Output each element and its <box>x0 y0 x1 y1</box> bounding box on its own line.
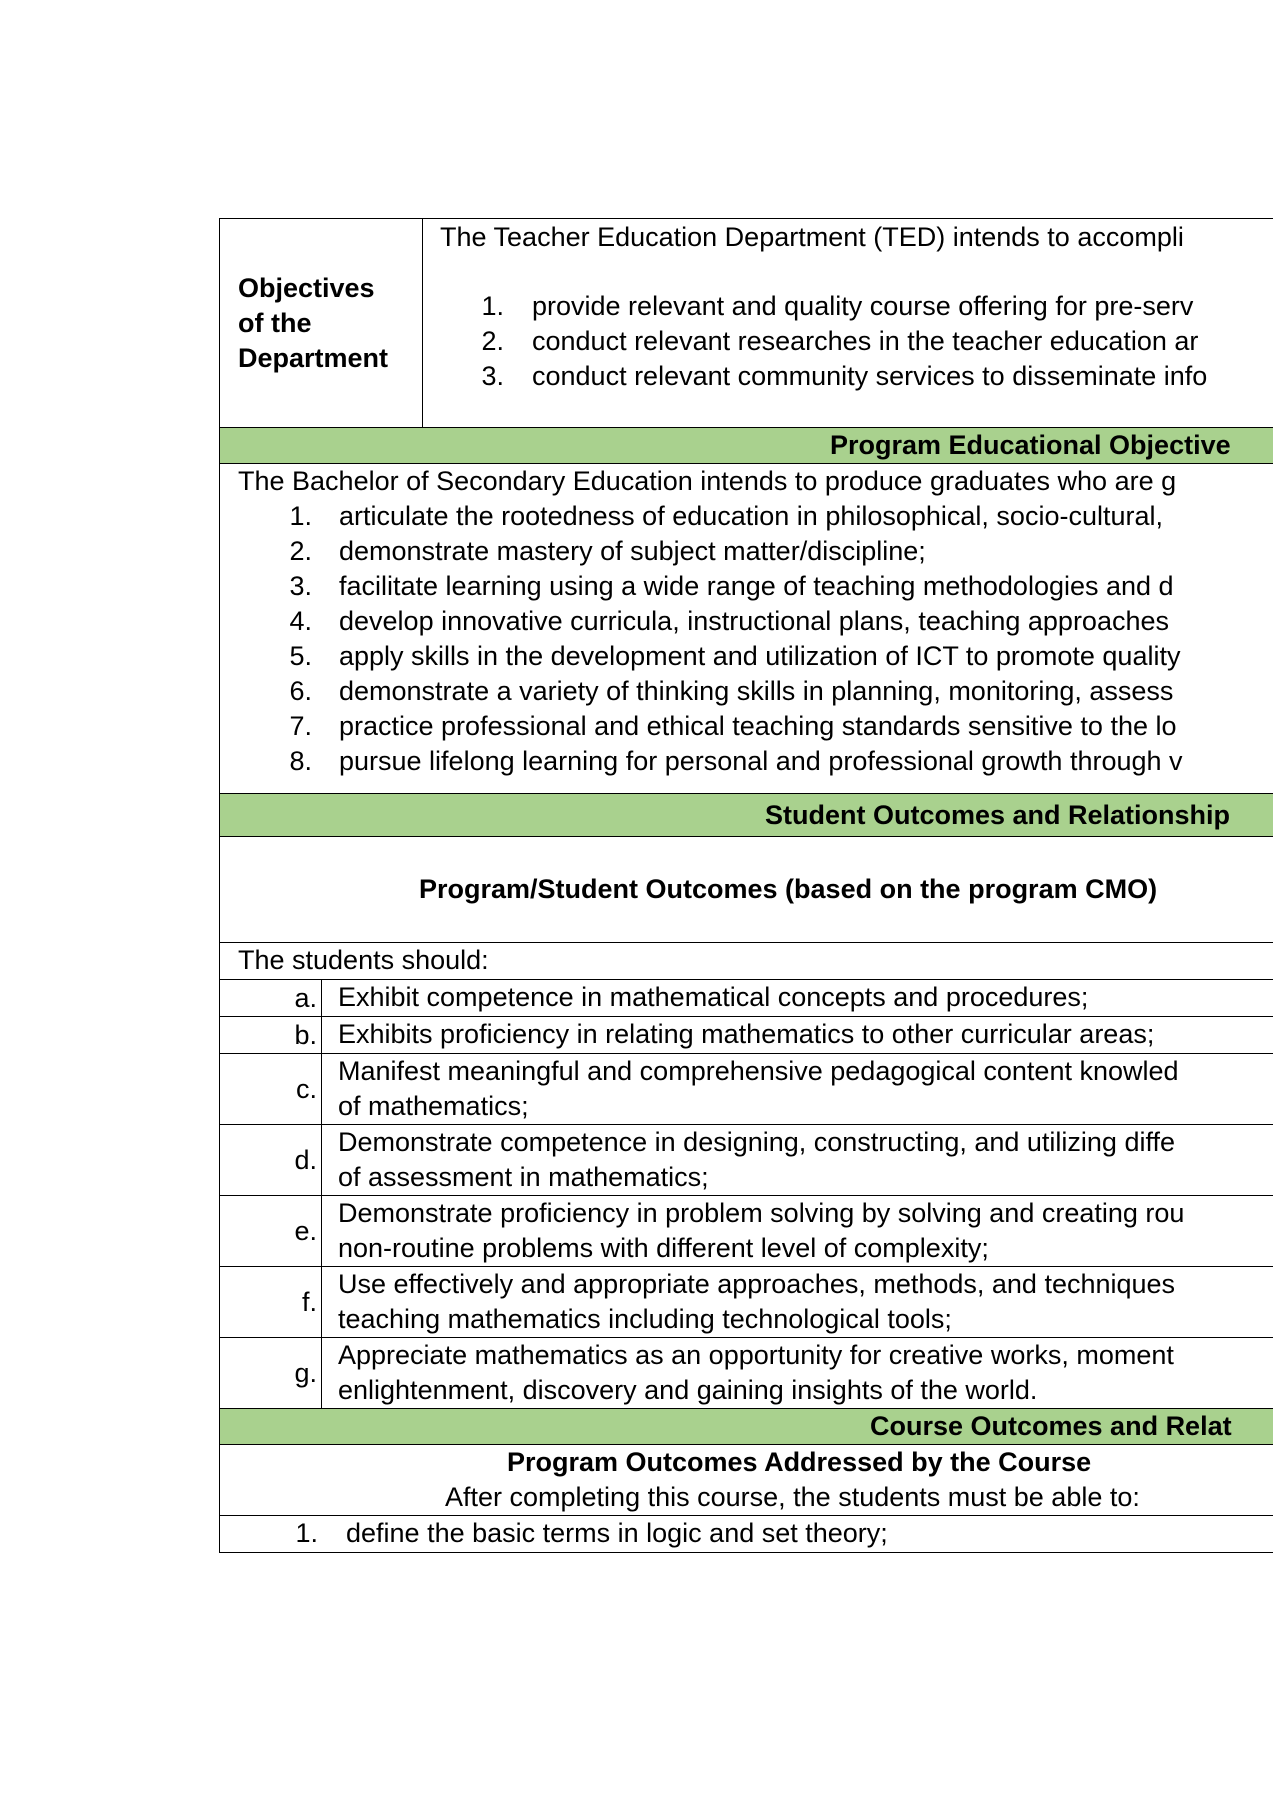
table-row: c. Manifest meaningful and comprehensive… <box>219 1053 1273 1125</box>
outcome-text: Use effectively and appropriate approach… <box>321 1266 1273 1338</box>
list-item: 8. pursue lifelong learning for personal … <box>289 746 1183 776</box>
co-subtext: After completing this course, the studen… <box>445 1482 1140 1512</box>
peo-heading-row: Program Educational Objective <box>219 427 1273 464</box>
peo-heading: Program Educational Objective <box>219 427 1273 464</box>
objectives-label-line: of the <box>238 307 312 338</box>
outcome-letter: g. <box>219 1337 322 1409</box>
objectives-label-line: Department <box>238 342 389 373</box>
list-item: 3. facilitate learning using a wide range… <box>289 571 1174 601</box>
so-subheading-row: Program/Student Outcomes (based on the p… <box>219 836 1273 943</box>
objectives-intro: The Teacher Education Department (TED) i… <box>440 222 1184 252</box>
peo-content: The Bachelor of Secondary Education inte… <box>219 463 1273 794</box>
list-item: 2. conduct relevant researches in the tea… <box>481 326 1199 356</box>
outcome-letter: b. <box>219 1016 322 1054</box>
outcome-text: Appreciate mathematics as an opportunity… <box>321 1337 1273 1409</box>
co-heading-row: Course Outcomes and Relat <box>219 1408 1273 1445</box>
list-item: 4. develop innovative curricula, instruct… <box>289 606 1169 636</box>
outcome-letter: d. <box>219 1124 322 1196</box>
document-page: Objectives of the Department The Teacher… <box>219 218 1273 1563</box>
list-item: 1. provide relevant and quality course of… <box>481 291 1194 321</box>
list-item: 6. demonstrate a variety of thinking skil… <box>289 676 1174 706</box>
peo-list: 1. articulate the rootedness of education… <box>221 499 1273 779</box>
table-row: g. Appreciate mathematics as an opportun… <box>219 1337 1273 1409</box>
outcome-text: Manifest meaningful and comprehensive pe… <box>321 1053 1273 1125</box>
so-heading: Student Outcomes and Relationship <box>219 793 1273 837</box>
table-row: e. Demonstrate proficiency in problem so… <box>219 1195 1273 1267</box>
outcome-text: Exhibits proficiency in relating mathema… <box>321 1016 1273 1054</box>
co-subheading: Program Outcomes Addressed by the Course <box>507 1447 1092 1477</box>
list-item: 1. define the basic terms in logic and se… <box>295 1518 888 1548</box>
course-outcome-item: 1. define the basic terms in logic and se… <box>219 1515 1273 1553</box>
table-row: d. Demonstrate competence in designing, … <box>219 1124 1273 1196</box>
table-row: b. Exhibits proficiency in relating math… <box>219 1016 1273 1054</box>
peo-intro: The Bachelor of Secondary Education inte… <box>238 466 1177 496</box>
so-intro-row: The students should: <box>219 942 1273 980</box>
outcome-letter: a. <box>219 979 322 1017</box>
outcome-letter: c. <box>219 1053 322 1125</box>
outcome-letter: f. <box>219 1266 322 1338</box>
syllabus-table: Objectives of the Department The Teacher… <box>219 218 1273 1553</box>
table-row: f. Use effectively and appropriate appro… <box>219 1266 1273 1338</box>
list-item: 1. articulate the rootedness of education… <box>289 501 1163 531</box>
table-row: 1. define the basic terms in logic and se… <box>219 1515 1273 1553</box>
peo-content-row: The Bachelor of Secondary Education inte… <box>219 463 1273 794</box>
objectives-content: The Teacher Education Department (TED) i… <box>422 218 1273 428</box>
objectives-label-line: Objectives <box>238 272 375 303</box>
list-item: 2. demonstrate mastery of subject matter/… <box>289 536 926 566</box>
co-heading: Course Outcomes and Relat <box>219 1408 1273 1445</box>
outcome-text: Demonstrate proficiency in problem solvi… <box>321 1195 1273 1267</box>
list-item: 7. practice professional and ethical teac… <box>289 711 1177 741</box>
co-subheading-row: Program Outcomes Addressed by the Course… <box>219 1444 1273 1516</box>
table-row: a. Exhibit competence in mathematical co… <box>219 979 1273 1017</box>
objectives-list: 1. provide relevant and quality course of… <box>440 289 1273 394</box>
list-item: 3. conduct relevant community services to… <box>481 361 1208 391</box>
so-intro: The students should: <box>219 942 1273 980</box>
so-heading-row: Student Outcomes and Relationship <box>219 793 1273 837</box>
outcome-text: Demonstrate competence in designing, con… <box>321 1124 1273 1196</box>
so-subheading: Program/Student Outcomes (based on the p… <box>219 836 1273 943</box>
list-item: 5. apply skills in the development and ut… <box>289 641 1181 671</box>
outcome-text: Exhibit competence in mathematical conce… <box>321 979 1273 1017</box>
objectives-row: Objectives of the Department The Teacher… <box>219 218 1273 428</box>
outcome-letter: e. <box>219 1195 322 1267</box>
objectives-label: Objectives of the Department <box>219 218 423 428</box>
co-subheading-cell: Program Outcomes Addressed by the Course… <box>219 1444 1273 1516</box>
